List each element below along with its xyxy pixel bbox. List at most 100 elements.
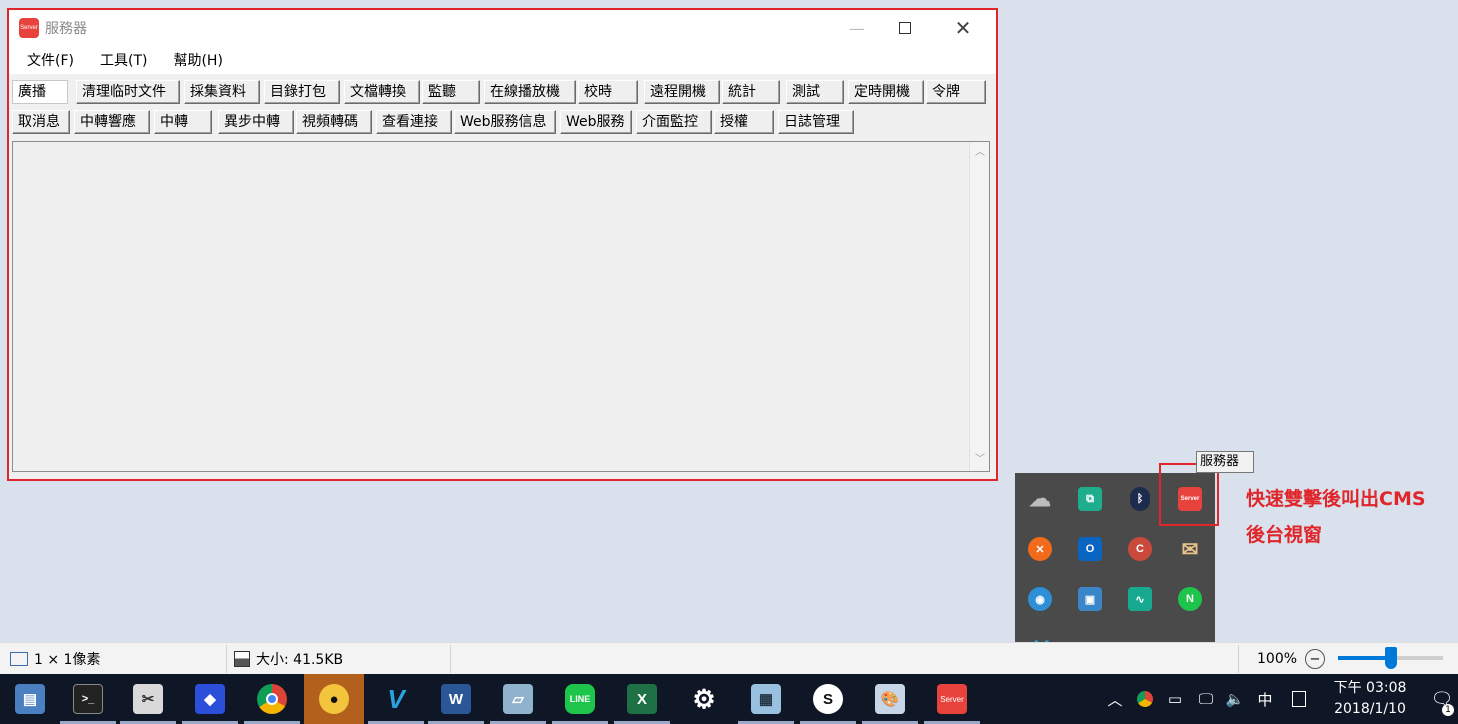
close-icon: ✕ bbox=[954, 16, 972, 40]
scroll-down-icon[interactable]: ﹀ bbox=[970, 451, 990, 469]
taskbar-notebook[interactable]: ▱ bbox=[488, 674, 548, 724]
battery-icon[interactable]: ▭ bbox=[1162, 674, 1188, 724]
relay-button[interactable]: 中轉 bbox=[154, 110, 212, 134]
listen-button[interactable]: 監聽 bbox=[422, 80, 480, 104]
file-size-cell: 大小: 41.5KB bbox=[234, 643, 343, 675]
taskbar-display[interactable]: ▦ bbox=[736, 674, 796, 724]
taskbar-word[interactable]: W bbox=[426, 674, 486, 724]
remote-desktop-icon[interactable]: ▣ bbox=[1078, 587, 1102, 611]
vertical-scrollbar[interactable]: ︿ ﹀ bbox=[969, 142, 989, 471]
taskbar-v-app[interactable]: V bbox=[366, 674, 426, 724]
annotation-line-1: 快速雙擊後叫出CMS bbox=[1246, 488, 1426, 510]
bluetooth-icon[interactable]: ᛒ bbox=[1130, 487, 1150, 511]
menu-bar: 文件(F) 工具(T) 幫助(H) bbox=[9, 46, 996, 74]
authorization-button[interactable]: 授權 bbox=[714, 110, 774, 134]
taskbar-skype[interactable]: S bbox=[798, 674, 858, 724]
skype-icon: S bbox=[813, 684, 843, 714]
line-notify-icon[interactable]: N bbox=[1178, 587, 1202, 611]
menu-tools[interactable]: 工具(T) bbox=[100, 50, 147, 70]
show-hidden-icons-button[interactable]: ︿ bbox=[1102, 674, 1128, 724]
outlook-icon[interactable]: O bbox=[1078, 537, 1102, 561]
display-icon: ▦ bbox=[751, 684, 781, 714]
taskbar-dropbox[interactable]: ◆ bbox=[180, 674, 240, 724]
mail-icon[interactable]: ✉ bbox=[1178, 537, 1202, 561]
settings-icon: ⚙ bbox=[692, 683, 716, 714]
token-button[interactable]: 令牌 bbox=[926, 80, 986, 104]
status-bar: 1 × 1像素 大小: 41.5KB 100% − bbox=[0, 642, 1458, 674]
log-management-button[interactable]: 日誌管理 bbox=[778, 110, 854, 134]
pack-directory-button[interactable]: 目錄打包 bbox=[264, 80, 340, 104]
title-bar[interactable]: Server 服務器 — ✕ bbox=[9, 10, 996, 46]
taskbar-file-explorer[interactable]: ▤ bbox=[0, 674, 60, 724]
menu-file[interactable]: 文件(F) bbox=[27, 50, 74, 70]
onedrive-icon[interactable]: ☁ bbox=[1028, 486, 1052, 511]
window-title: 服務器 bbox=[45, 21, 87, 37]
broadcast-button[interactable]: 廣播 bbox=[12, 80, 68, 104]
taskbar-penguin-app[interactable]: ● bbox=[304, 674, 364, 724]
interface-monitor-button[interactable]: 介面監控 bbox=[636, 110, 712, 134]
web-service-info-button[interactable]: Web服務信息 bbox=[454, 110, 556, 134]
taskbar-tools[interactable]: ✂ bbox=[118, 674, 178, 724]
status-divider bbox=[450, 645, 451, 673]
taskbar-server[interactable]: Server bbox=[922, 674, 982, 724]
scroll-up-icon[interactable]: ︿ bbox=[970, 144, 990, 162]
web-service-button[interactable]: Web服務 bbox=[560, 110, 632, 134]
collect-data-button[interactable]: 採集資料 bbox=[184, 80, 260, 104]
network-icon[interactable]: 🖵 bbox=[1192, 674, 1220, 724]
zoom-level-text: 100% bbox=[1257, 651, 1298, 667]
dimensions-cell: 1 × 1像素 bbox=[10, 643, 100, 675]
server-icon: Server bbox=[937, 684, 967, 714]
server-window: Server 服務器 — ✕ 文件(F) 工具(T) 幫助(H) 廣播 清理临时… bbox=[7, 8, 998, 481]
ime-mode-icon[interactable] bbox=[1286, 674, 1312, 724]
chrome-icon bbox=[257, 684, 287, 714]
document-convert-button[interactable]: 文檔轉換 bbox=[344, 80, 420, 104]
taskbar-terminal[interactable]: >_ bbox=[58, 674, 118, 724]
status-divider bbox=[226, 645, 227, 673]
v-app-icon: V bbox=[387, 683, 405, 714]
network-chat-icon[interactable]: ◉ bbox=[1028, 587, 1052, 611]
remote-power-on-button[interactable]: 遠程開機 bbox=[644, 80, 720, 104]
get-message-button[interactable]: 取消息 bbox=[12, 110, 70, 134]
statistics-button[interactable]: 統計 bbox=[722, 80, 780, 104]
greenshot-icon[interactable]: ⧉ bbox=[1078, 487, 1102, 511]
penguin-app-icon: ● bbox=[319, 684, 349, 714]
volume-icon[interactable]: 🔈 bbox=[1222, 674, 1248, 724]
save-disk-icon bbox=[234, 651, 250, 667]
async-relay-button[interactable]: 異步中轉 bbox=[218, 110, 294, 134]
minimize-button[interactable]: — bbox=[834, 10, 880, 46]
taskbar-settings[interactable]: ⚙ bbox=[674, 674, 734, 724]
zoom-out-button[interactable]: − bbox=[1305, 649, 1325, 669]
taskbar-line[interactable]: LINE bbox=[550, 674, 610, 724]
clean-temp-files-button[interactable]: 清理临时文件 bbox=[76, 80, 180, 104]
maximize-button[interactable] bbox=[882, 10, 928, 46]
chevron-up-icon: ︿ bbox=[1107, 690, 1123, 709]
activity-monitor-icon[interactable]: ∿ bbox=[1128, 587, 1152, 611]
view-connections-button[interactable]: 查看連接 bbox=[376, 110, 452, 134]
screen-size-icon bbox=[10, 652, 28, 666]
tray-chrome-icon[interactable] bbox=[1132, 674, 1158, 724]
ime-indicator[interactable]: 中 bbox=[1252, 674, 1278, 724]
online-player-button[interactable]: 在線播放機 bbox=[484, 80, 576, 104]
line-icon: LINE bbox=[565, 684, 595, 714]
avast-icon[interactable]: ✕ bbox=[1028, 537, 1052, 561]
video-transcode-button[interactable]: 視頻轉碼 bbox=[296, 110, 372, 134]
notebook-icon: ▱ bbox=[503, 684, 533, 714]
zoom-slider[interactable] bbox=[1338, 647, 1443, 669]
scheduled-power-on-button[interactable]: 定時開機 bbox=[848, 80, 924, 104]
taskbar-excel[interactable]: X bbox=[612, 674, 672, 724]
taskbar-chrome[interactable] bbox=[242, 674, 302, 724]
menu-help[interactable]: 幫助(H) bbox=[173, 50, 222, 70]
taskbar-paint[interactable]: 🎨 bbox=[860, 674, 920, 724]
relay-response-button[interactable]: 中轉響應 bbox=[74, 110, 150, 134]
close-button[interactable]: ✕ bbox=[940, 10, 986, 46]
zoom-slider-thumb[interactable] bbox=[1385, 647, 1397, 669]
action-center-button[interactable]: 🗨 1 bbox=[1428, 674, 1456, 724]
test-button[interactable]: 測試 bbox=[786, 80, 844, 104]
system-clock[interactable]: 下午 03:08 2018/1/10 bbox=[1318, 678, 1422, 720]
file-explorer-icon: ▤ bbox=[15, 684, 45, 714]
log-output-area[interactable]: ︿ ﹀ bbox=[12, 141, 990, 472]
maximize-icon bbox=[899, 22, 911, 34]
ccleaner-icon[interactable]: C bbox=[1128, 537, 1152, 561]
minimize-icon: — bbox=[849, 18, 865, 38]
time-sync-button[interactable]: 校時 bbox=[578, 80, 638, 104]
